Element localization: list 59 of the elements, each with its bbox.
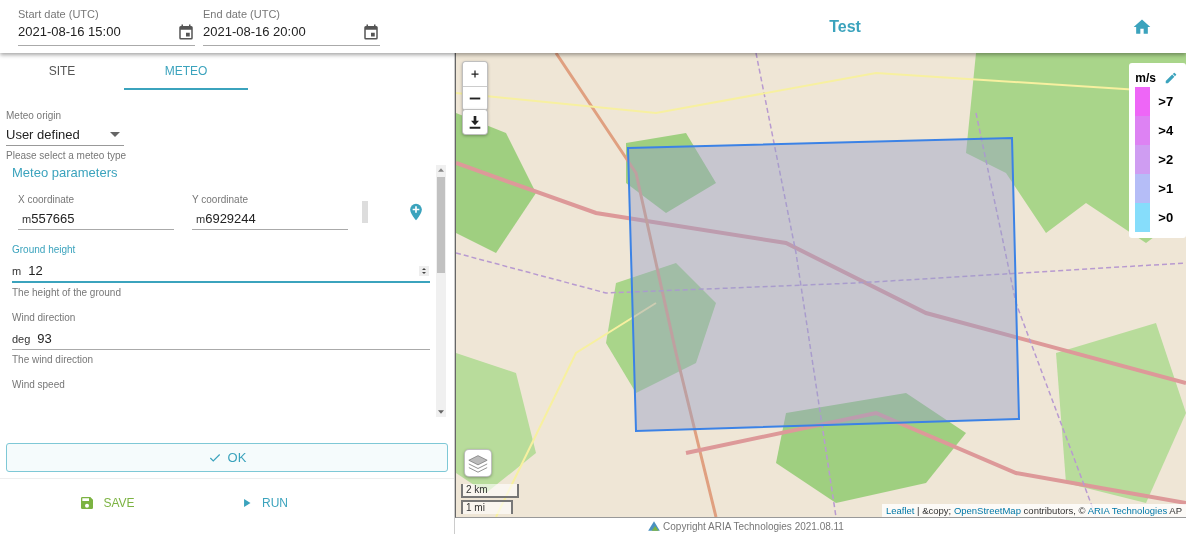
tab[interactable]: SITE bbox=[0, 53, 124, 90]
layers-button[interactable] bbox=[464, 449, 492, 477]
meteo-origin-dropdown[interactable]: User defined bbox=[6, 123, 124, 146]
legend-label: >2 bbox=[1158, 152, 1174, 167]
calendar-icon[interactable] bbox=[177, 22, 195, 41]
unit-label: m bbox=[12, 264, 22, 277]
number-input[interactable]: 12 bbox=[28, 263, 411, 278]
section-title: Meteo parameters bbox=[12, 165, 119, 180]
download-button[interactable] bbox=[463, 110, 487, 134]
legend-label: >1 bbox=[1158, 181, 1174, 196]
date-field[interactable]: End date (UTC) 2021-08-16 20:00 bbox=[203, 7, 380, 46]
legend-label: >0 bbox=[1158, 210, 1174, 225]
field-label: Wind speed bbox=[12, 379, 66, 390]
edit-icon[interactable] bbox=[1164, 71, 1178, 85]
coordinate-input[interactable]: 557665 bbox=[31, 211, 174, 226]
coordinate-input[interactable]: 6929244 bbox=[205, 211, 348, 226]
minus-icon bbox=[469, 97, 481, 100]
legend-label: >7 bbox=[1158, 94, 1174, 109]
dropdown-value: User defined bbox=[6, 127, 80, 142]
layers-icon bbox=[467, 452, 489, 474]
save-icon bbox=[79, 495, 96, 511]
caret-icon bbox=[110, 132, 120, 137]
field-label: X coordinate bbox=[18, 194, 76, 205]
field-label: Ground height bbox=[12, 244, 77, 255]
map-attribution: Leaflet | &copy; OpenStreetMap contributors, © ARIA Technologies AP bbox=[881, 504, 1186, 517]
plus-icon bbox=[469, 68, 481, 80]
field-label: Meteo origin bbox=[6, 110, 63, 121]
company-logo-icon bbox=[647, 519, 662, 533]
legend-label: >4 bbox=[1158, 123, 1174, 138]
date-value: 2021-08-16 20:00 bbox=[203, 24, 306, 39]
page-title: Test bbox=[828, 17, 862, 36]
date-value: 2021-08-16 15:00 bbox=[18, 24, 121, 39]
attribution-link[interactable]: OpenStreetMap bbox=[953, 505, 1021, 516]
spinner-icon[interactable] bbox=[418, 263, 430, 278]
scroll-up-icon[interactable] bbox=[438, 168, 444, 172]
download-icon bbox=[467, 114, 483, 130]
field-label: Wind direction bbox=[12, 312, 77, 323]
attribution-link[interactable]: ARIA Technologies bbox=[1087, 505, 1168, 516]
calendar-icon[interactable] bbox=[362, 22, 380, 41]
scroll-down-icon[interactable] bbox=[438, 410, 444, 414]
unit-label: deg bbox=[12, 332, 31, 345]
field-hint: The wind direction bbox=[12, 354, 95, 365]
scale-bar: 1 mi bbox=[461, 500, 513, 514]
legend-unit: m/s bbox=[1135, 71, 1156, 85]
copyright-text: Copyright ARIA Technologies 2021.08.11 bbox=[663, 520, 844, 532]
field-label: End date (UTC) bbox=[203, 7, 282, 20]
zoom-in-button[interactable] bbox=[463, 62, 487, 86]
drag-handle[interactable] bbox=[362, 201, 368, 223]
date-field[interactable]: Start date (UTC) 2021-08-16 15:00 bbox=[18, 7, 195, 46]
scale-bar: 2 km bbox=[461, 484, 519, 498]
field-hint: The height of the ground bbox=[12, 287, 122, 298]
number-input[interactable]: 93 bbox=[37, 331, 430, 346]
field-hint: Please select a meteo type bbox=[6, 150, 128, 161]
attribution-link[interactable]: Leaflet bbox=[885, 505, 915, 516]
field-label: Y coordinate bbox=[192, 194, 249, 205]
scrollbar[interactable] bbox=[436, 165, 446, 417]
field-label: Start date (UTC) bbox=[18, 7, 100, 20]
unit-label: m bbox=[22, 213, 32, 225]
unit-label: m bbox=[196, 213, 206, 225]
